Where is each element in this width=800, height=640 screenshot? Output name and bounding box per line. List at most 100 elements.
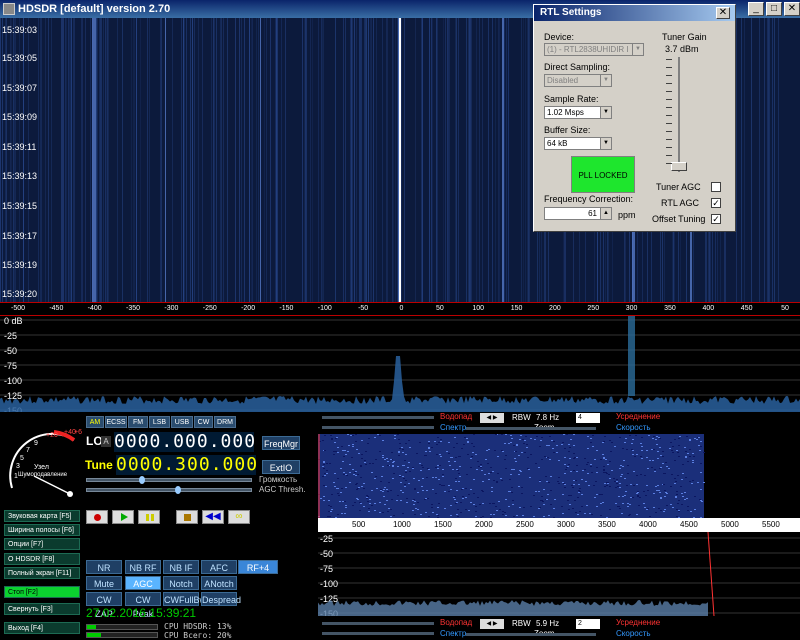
left-button[interactable]: Свернуть [F3] — [4, 603, 80, 615]
mode-button-drm[interactable]: DRM — [214, 416, 236, 428]
mode-button-fm[interactable]: FM — [128, 416, 148, 428]
dsp-button[interactable]: RF+4 — [238, 560, 278, 574]
dsp-button[interactable]: Despread — [201, 592, 241, 606]
ruler-tick-label: 0 — [399, 305, 404, 312]
offset-tuning-checkbox[interactable]: ✓ — [711, 214, 721, 224]
speed-select[interactable]: 2 — [576, 619, 600, 629]
tuner-agc-checkbox[interactable] — [711, 182, 721, 192]
left-button[interactable]: Звуковая карта [F5] — [4, 510, 80, 522]
left-button[interactable]: Опции [F7] — [4, 538, 80, 550]
speed-select[interactable]: 4 — [576, 413, 600, 423]
rtl-close-button[interactable]: ✕ — [716, 7, 730, 19]
ruler-tick-label: -450 — [49, 305, 64, 312]
waterfall-slider[interactable] — [322, 416, 434, 419]
left-button[interactable]: Полный экран [F11] — [4, 567, 80, 579]
extio-button[interactable]: ExtIO — [262, 460, 300, 474]
af-waterfall[interactable] — [318, 434, 798, 518]
waterfall-slider[interactable] — [322, 622, 434, 625]
stop-icon[interactable] — [176, 510, 198, 524]
pause-icon[interactable] — [138, 510, 160, 524]
af-ruler-tick-label: 500 — [352, 520, 366, 529]
af-ruler-tick-label: 4000 — [639, 520, 657, 529]
rbw-value: 5.9 Hz — [536, 619, 560, 628]
tune-label: Tune — [85, 458, 113, 472]
spin-icon: ▲ — [600, 208, 611, 219]
minimize-button[interactable]: _ — [748, 2, 764, 16]
gain-tick — [666, 155, 672, 156]
dsp-button[interactable]: AFC — [201, 560, 237, 574]
frequency-ruler[interactable]: -500 -450 -400 -350 -300 -250 -200 -150 -100 -50 0… — [0, 302, 800, 316]
dsp-button[interactable]: AGC Slow — [125, 576, 161, 603]
tune-frequency[interactable]: 0000.300.000 — [116, 455, 257, 475]
db-label: -25 — [4, 331, 17, 341]
tuner-gain-value: 3.7 dBm — [665, 44, 699, 54]
record-button[interactable] — [86, 510, 108, 524]
mode-button-am[interactable]: AM — [86, 416, 104, 428]
ruler-tick-label: 200 — [549, 305, 561, 312]
db-label: -75 — [4, 361, 17, 371]
lo-a-button[interactable]: A — [101, 436, 111, 447]
waterfall-time-label: 15:39:13 — [2, 171, 38, 181]
ruler-tick-label: -150 — [279, 305, 294, 312]
buffer-size-label: Buffer Size: — [544, 125, 591, 135]
tuner-gain-slider-thumb[interactable] — [671, 162, 687, 171]
mode-button-lsb[interactable]: LSB — [149, 416, 170, 428]
left-button[interactable]: О HDSDR [F8] — [4, 553, 80, 565]
af-top-controls: ВодопадСпектр◀ ▶RBW7.8 Hz4УсреднениеZoom… — [316, 412, 800, 434]
freqmgr-button[interactable]: FreqMgr — [262, 436, 300, 450]
lo-frequency[interactable]: 0000.000.000 — [114, 432, 255, 452]
rbw-value: 7.8 Hz — [536, 413, 560, 422]
tuner-gain-slider[interactable] — [678, 57, 680, 172]
agc-threshold-slider[interactable] — [86, 486, 252, 494]
dsp-button[interactable]: NB IF — [163, 560, 199, 574]
dsp-button[interactable]: CW Peak — [125, 592, 161, 619]
tuner-agc-label: Tuner AGC — [656, 182, 701, 192]
waterfall-label: Водопад — [440, 412, 473, 421]
spectrum-slider[interactable] — [322, 426, 434, 429]
dsp-button[interactable]: Mute — [86, 576, 122, 590]
rf-spectrum[interactable]: 0 dB-25-50-75-100-125-150 — [0, 316, 800, 416]
dsp-button[interactable]: CW ZAP — [86, 592, 122, 619]
left-button[interactable]: Ширина полосы [F6] — [4, 524, 80, 536]
ruler-tick-label: -300 — [164, 305, 179, 312]
ruler-tick-label: 300 — [625, 305, 638, 312]
smeter-scale-label: +60 — [74, 429, 82, 436]
af-spectrum[interactable]: -25-50-75-100-125-150 — [318, 531, 800, 619]
buffer-size-select[interactable]: 64 kB ▼ — [544, 137, 612, 150]
play-icon[interactable] — [112, 510, 134, 524]
af-db-label: -75 — [320, 564, 333, 574]
rbw-label: RBW — [512, 619, 531, 628]
mode-button-usb[interactable]: USB — [171, 416, 193, 428]
loop-icon[interactable]: ∞ — [228, 510, 250, 524]
window-title: HDSDR [default] version 2.70 — [18, 3, 171, 15]
chevron-down-icon: ▼ — [600, 107, 611, 118]
smeter-scale-label: 3 — [16, 463, 20, 470]
dsp-button[interactable]: CWFullBw — [163, 592, 206, 606]
af-frequency-ruler[interactable]: 500 1000 1500 2000 2500 3000 3500 4000 4500 5000 5… — [318, 518, 800, 532]
left-button[interactable]: Выход [F4] — [4, 622, 80, 634]
rewind-icon[interactable]: ◀◀ — [202, 510, 224, 524]
spectrum-slider[interactable] — [322, 632, 434, 635]
spectrum-canvas: 0 dB-25-50-75-100-125-150 — [0, 316, 800, 416]
maximize-button[interactable]: □ — [766, 2, 782, 16]
mode-button-cw[interactable]: CW — [194, 416, 213, 428]
volume-slider[interactable] — [86, 476, 252, 484]
gain-tick — [666, 139, 672, 140]
dsp-button[interactable]: ANotch — [201, 576, 237, 590]
sample-rate-select[interactable]: 1.02 Msps ▼ — [544, 106, 612, 119]
mode-button-ecss[interactable]: ECSS — [105, 416, 127, 428]
dsp-button[interactable]: NB RF — [125, 560, 161, 574]
offset-tuning-label: Offset Tuning — [652, 214, 706, 224]
freq-correction-input[interactable]: 61 ▲ — [544, 207, 612, 220]
zoom-slider[interactable] — [466, 633, 596, 636]
dsp-button[interactable]: Notch — [163, 576, 199, 590]
rtl-agc-checkbox[interactable]: ✓ — [711, 198, 721, 208]
left-button[interactable]: Стоп [F2] — [4, 586, 80, 598]
zoom-slider[interactable] — [466, 427, 596, 430]
rbw-arrows[interactable]: ◀ ▶ — [480, 619, 504, 629]
waterfall-time-label: 15:39:11 — [2, 142, 37, 152]
rbw-arrows[interactable]: ◀ ▶ — [480, 413, 504, 423]
close-button[interactable]: ✕ — [784, 2, 800, 16]
dsp-button[interactable]: NR — [86, 560, 122, 574]
af-ruler-tick-label: 3000 — [557, 520, 575, 529]
